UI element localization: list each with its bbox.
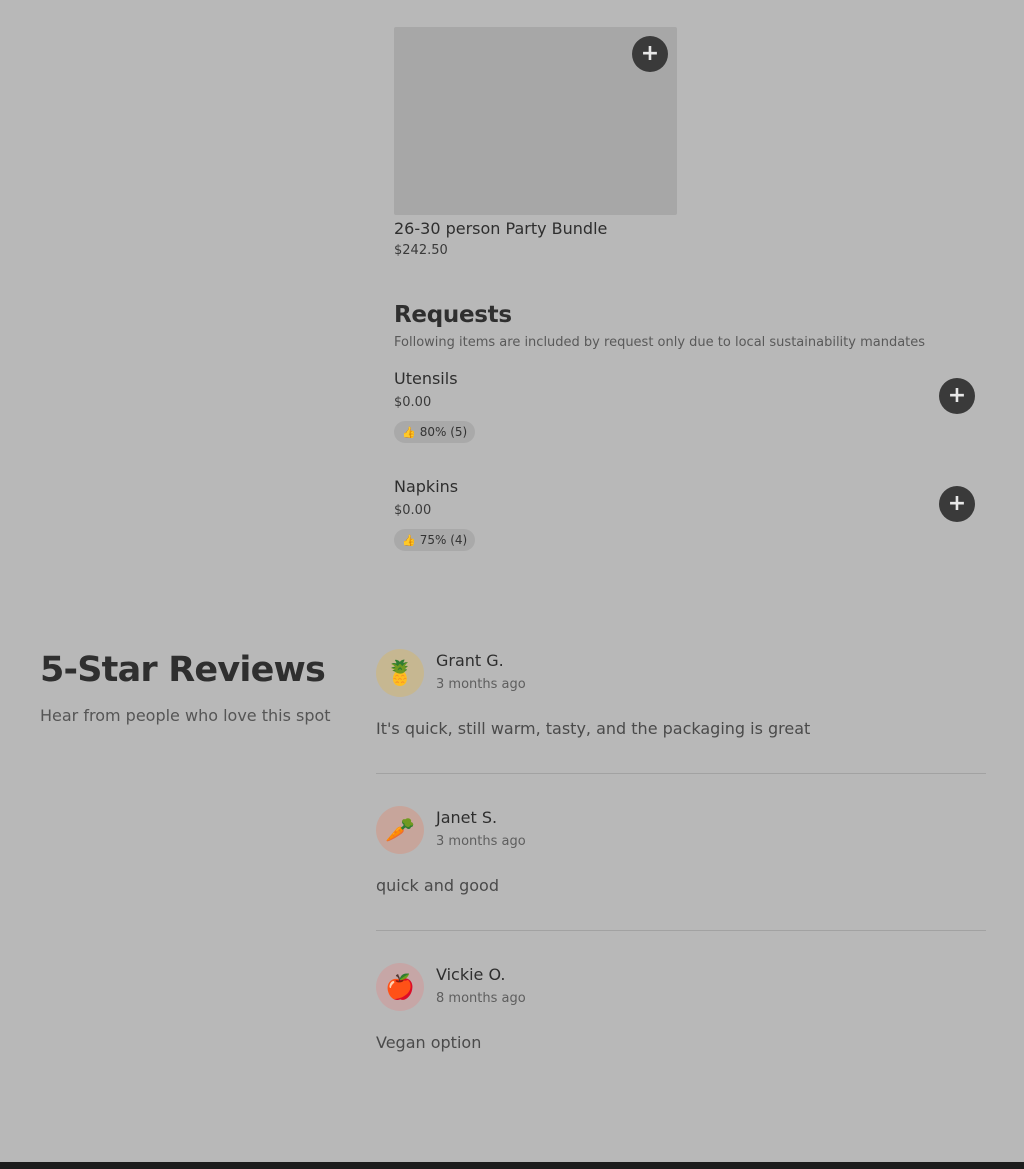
rating-text: 80% (5) (419, 425, 468, 439)
cutoff-text-right: ‐‐‐‐‐ (706, 0, 729, 5)
request-item-name[interactable]: Napkins (394, 477, 458, 496)
carrot-icon: 🥕 (385, 816, 415, 844)
pineapple-icon: 🍍 (385, 659, 415, 687)
review-text: quick and good (376, 876, 499, 895)
reviewer-name: Grant G. (436, 651, 504, 670)
thumbs-up-icon: 👍 (402, 533, 416, 547)
reviewer-name: Janet S. (436, 808, 498, 827)
request-item-name[interactable]: Utensils (394, 369, 458, 388)
review-divider (376, 930, 986, 931)
rating-badge: 👍 75% (4) (394, 529, 476, 551)
review-divider (376, 773, 986, 774)
requests-title: Requests (394, 302, 512, 328)
apple-icon: 🍎 (385, 973, 415, 1001)
avatar: 🍎 (376, 963, 424, 1011)
product-name[interactable]: 26-30 person Party Bundle (394, 219, 607, 238)
add-to-cart-button[interactable]: + (632, 36, 668, 72)
add-utensils-button[interactable]: + (939, 378, 975, 414)
review-time: 8 months ago (436, 991, 526, 1006)
rating-badge: 👍 80% (5) (394, 421, 476, 443)
rating-text: 75% (4) (419, 533, 468, 547)
plus-icon: + (947, 383, 967, 408)
reviewer-name: Vickie O. (436, 965, 506, 984)
avatar: 🍍 (376, 649, 424, 697)
review-time: 3 months ago (436, 677, 526, 692)
reviews-title: 5-Star Reviews (40, 650, 326, 690)
plus-icon: + (640, 41, 660, 66)
cutoff-text-left: ‐‐‐‐ (394, 0, 413, 5)
request-item-price: $0.00 (394, 395, 432, 410)
plus-icon: + (947, 491, 967, 516)
add-napkins-button[interactable]: + (939, 486, 975, 522)
review-text: It's quick, still warm, tasty, and the p… (376, 719, 811, 738)
product-price: $242.50 (394, 243, 448, 258)
thumbs-up-icon: 👍 (402, 425, 416, 439)
requests-subtitle: Following items are included by request … (394, 335, 926, 350)
review-text: Vegan option (376, 1033, 482, 1052)
reviews-subtitle: Hear from people who love this spot (40, 706, 331, 725)
avatar: 🥕 (376, 806, 424, 854)
footer-bar (0, 1162, 1024, 1169)
request-item-price: $0.00 (394, 503, 432, 518)
review-time: 3 months ago (436, 834, 526, 849)
